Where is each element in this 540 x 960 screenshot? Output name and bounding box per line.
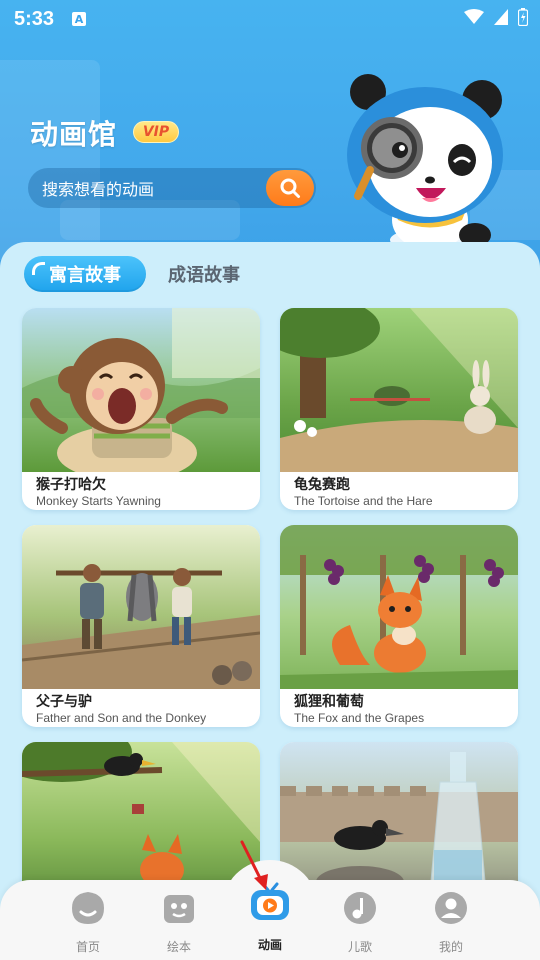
- search-bar[interactable]: 搜索想看的动画: [28, 168, 316, 208]
- battery-icon: [518, 8, 528, 26]
- video-card-fox-grapes[interactable]: 狐狸和葡萄 The Fox and the Grapes: [280, 525, 518, 727]
- search-placeholder[interactable]: 搜索想看的动画: [42, 176, 154, 200]
- card-title-cn: 父子与驴: [36, 694, 92, 710]
- nav-item-profile[interactable]: 我的: [421, 890, 481, 955]
- tab-idioms[interactable]: 成语故事: [168, 261, 240, 287]
- card-title-cn: 狐狸和葡萄: [294, 694, 364, 710]
- card-title-cn: 猴子打哈欠: [36, 477, 106, 493]
- vip-badge[interactable]: VIP: [133, 121, 179, 143]
- nav-label-animation: 动画: [257, 938, 282, 952]
- tab-fables[interactable]: 寓言故事: [24, 256, 146, 292]
- panda-mascot-icon: [347, 74, 503, 250]
- profile-icon: [435, 892, 467, 924]
- search-icon: [280, 178, 300, 198]
- nav-label-profile: 我的: [438, 940, 463, 954]
- monkey-thumbnail: [22, 308, 260, 472]
- fox-grapes-thumbnail: [280, 525, 518, 689]
- card-title-en: Monkey Starts Yawning: [36, 494, 161, 508]
- nav-label-picture-book: 绘本: [166, 940, 191, 954]
- wifi-icon: [464, 9, 484, 24]
- category-tabs: 寓言故事 成语故事: [24, 256, 240, 292]
- video-card-father-son-donkey[interactable]: 父子与驴 Father and Son and the Donkey: [22, 525, 260, 727]
- picture-book-icon: [164, 895, 194, 923]
- music-note-icon: [344, 892, 376, 924]
- card-title-cn: 龟兔赛跑: [294, 477, 350, 493]
- nav-label-home: 首页: [75, 940, 100, 954]
- nav-item-picture-book[interactable]: 绘本: [149, 890, 209, 955]
- card-title-en: Father and Son and the Donkey: [36, 711, 207, 725]
- card-title-en: The Tortoise and the Hare: [294, 494, 433, 508]
- tortoise-hare-thumbnail: [280, 308, 518, 472]
- home-icon: [72, 892, 104, 924]
- page-title: 动画馆: [30, 118, 118, 151]
- search-button[interactable]: [266, 170, 314, 206]
- signal-icon: [494, 9, 508, 25]
- status-bar: 5:33 A: [0, 0, 540, 38]
- video-card-monkey[interactable]: 猴子打哈欠 Monkey Starts Yawning: [22, 308, 260, 510]
- nav-label-songs: 儿歌: [347, 940, 372, 954]
- pointer-arrow-icon: [240, 840, 268, 890]
- status-time: 5:33: [14, 7, 55, 30]
- card-title-en: The Fox and the Grapes: [294, 711, 425, 725]
- father-son-donkey-thumbnail: [22, 525, 260, 689]
- video-card-tortoise-hare[interactable]: 龟兔赛跑 The Tortoise and the Hare: [280, 308, 518, 510]
- nav-item-home[interactable]: 首页: [58, 890, 118, 955]
- notification-a-icon: A: [72, 12, 87, 26]
- nav-item-songs[interactable]: 儿歌: [330, 890, 390, 955]
